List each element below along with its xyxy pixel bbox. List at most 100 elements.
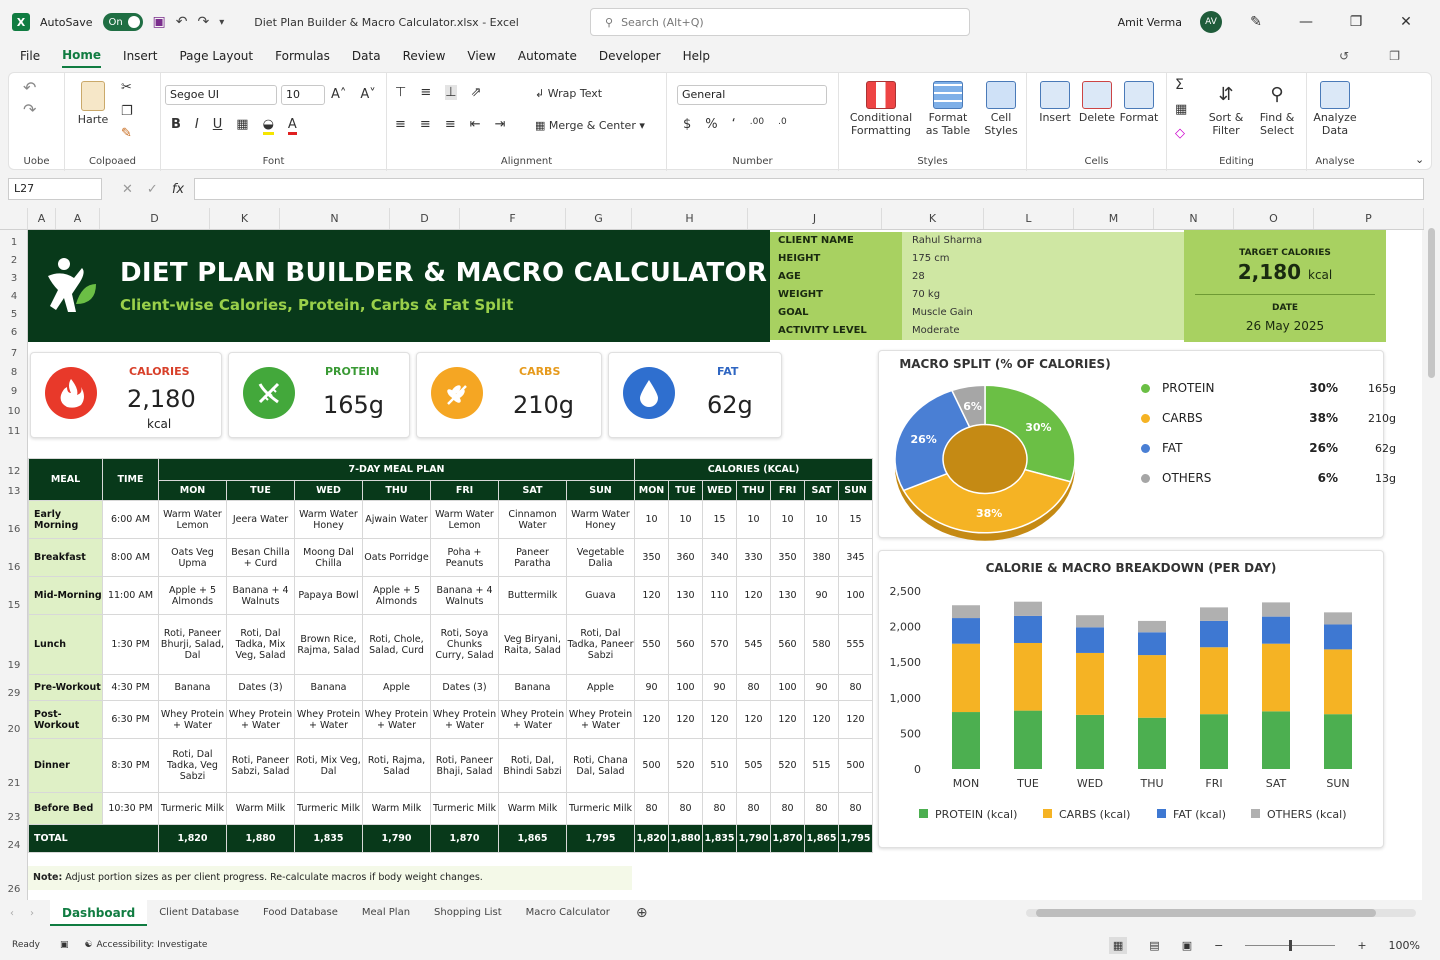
wrap-text-button[interactable]: ↲ Wrap Text — [535, 87, 602, 100]
calorie-cell[interactable]: 560 — [668, 614, 703, 675]
prev-sheet-icon[interactable]: ‹ — [0, 908, 24, 919]
percent-icon[interactable]: % — [705, 117, 717, 132]
calorie-breakdown-chart-card[interactable]: CALORIE & MACRO BREAKDOWN (PER DAY) 0 500… — [878, 550, 1384, 848]
bold-icon[interactable]: B — [171, 117, 181, 135]
calorie-cell[interactable]: 80 — [804, 792, 839, 825]
bar-segment[interactable] — [1014, 601, 1042, 616]
meal-item-cell[interactable]: Buttermilk — [498, 576, 567, 615]
bar-segment[interactable] — [1262, 616, 1290, 644]
calorie-cell[interactable]: 80 — [770, 792, 805, 825]
font-color-icon[interactable]: A — [287, 117, 297, 135]
sort-filter-button[interactable]: ⇵ Sort & Filter — [1203, 81, 1249, 137]
meal-item-cell[interactable]: Whey Protein + Water — [498, 700, 567, 739]
meal-item-cell[interactable]: Paneer Paratha — [498, 538, 567, 577]
calorie-cell[interactable]: 350 — [770, 538, 805, 577]
row-header[interactable]: 1 — [0, 237, 28, 248]
fill-color-icon[interactable]: ◒ — [262, 117, 274, 135]
calorie-cell[interactable]: 550 — [634, 614, 669, 675]
calorie-cell[interactable]: 100 — [770, 674, 805, 701]
format-cells-button[interactable]: Format — [1119, 81, 1159, 124]
undo-icon[interactable]: ↶ — [176, 14, 188, 30]
row-header[interactable]: 2 — [0, 255, 28, 266]
legend-label[interactable]: OTHERS (kcal) — [1267, 808, 1347, 821]
tab-client-database[interactable]: Client Database — [147, 900, 251, 926]
meal-name-cell[interactable]: Dinner — [28, 738, 103, 793]
meal-item-cell[interactable]: Warm Water Lemon — [430, 500, 499, 539]
meal-item-cell[interactable]: Guava — [566, 576, 635, 615]
meal-item-cell[interactable]: Ajwain Water — [362, 500, 431, 539]
calorie-cell[interactable]: 80 — [668, 792, 703, 825]
menu-file[interactable]: File — [20, 49, 40, 67]
column-header[interactable]: D — [100, 208, 210, 229]
horizontal-scroll-thumb[interactable] — [1036, 909, 1376, 917]
bar-segment[interactable] — [1200, 714, 1228, 769]
meal-item-cell[interactable]: Moong Dal Chilla — [294, 538, 363, 577]
font-name-select[interactable]: Segoe UI — [165, 85, 277, 105]
meal-item-cell[interactable]: Apple + 5 Almonds — [158, 576, 227, 615]
conditional-formatting-button[interactable]: Conditional Formatting — [845, 81, 917, 137]
menu-data[interactable]: Data — [352, 49, 381, 67]
row-header[interactable]: 11 — [0, 426, 28, 437]
next-sheet-icon[interactable]: › — [24, 908, 50, 919]
row-header[interactable]: 5 — [0, 309, 28, 320]
menu-help[interactable]: Help — [683, 49, 710, 67]
meal-item-cell[interactable]: Turmeric Milk — [566, 792, 635, 825]
meal-item-cell[interactable]: Turmeric Milk — [294, 792, 363, 825]
calorie-cell[interactable]: 330 — [736, 538, 771, 577]
underline-icon[interactable]: U — [213, 117, 223, 135]
meal-item-cell[interactable]: Roti, Dal, Bhindi Sabzi — [498, 738, 567, 793]
bar-segment[interactable] — [1138, 717, 1166, 769]
client-field-value[interactable]: 28 — [902, 268, 1184, 286]
row-header[interactable]: 4 — [0, 291, 28, 302]
bar-segment[interactable] — [1324, 714, 1352, 769]
bar-segment[interactable] — [1014, 642, 1042, 711]
meal-item-cell[interactable]: Warm Water Honey — [566, 500, 635, 539]
meal-item-cell[interactable]: Whey Protein + Water — [158, 700, 227, 739]
column-header[interactable]: A — [28, 208, 56, 229]
bar-segment[interactable] — [1324, 649, 1352, 715]
calorie-cell[interactable]: 120 — [770, 700, 805, 739]
calorie-cell[interactable]: 360 — [668, 538, 703, 577]
align-top-icon[interactable]: ⊤ — [395, 85, 406, 100]
column-header[interactable]: P — [1314, 208, 1424, 229]
meal-item-cell[interactable]: Poha + Peanuts — [430, 538, 499, 577]
legend-label[interactable]: PROTEIN (kcal) — [935, 808, 1017, 821]
meal-item-cell[interactable]: Banana — [498, 674, 567, 701]
meal-item-cell[interactable]: Roti, Paneer Bhaji, Salad — [430, 738, 499, 793]
meal-item-cell[interactable]: Apple — [362, 674, 431, 701]
bar-segment[interactable] — [1200, 647, 1228, 715]
tab-dashboard[interactable]: Dashboard — [50, 900, 148, 926]
total-calorie-cell[interactable]: 1,835 — [702, 824, 737, 853]
meal-item-cell[interactable]: Turmeric Milk — [430, 792, 499, 825]
row-header[interactable]: 13 — [0, 486, 28, 497]
row-header[interactable]: 26 — [0, 884, 28, 895]
calorie-cell[interactable]: 580 — [804, 614, 839, 675]
decrease-indent-icon[interactable]: ⇤ — [470, 117, 481, 132]
merge-center-button[interactable]: ▦ Merge & Center ▾ — [535, 119, 645, 132]
scroll-thumb[interactable] — [1428, 228, 1435, 378]
calorie-cell[interactable]: 345 — [838, 538, 873, 577]
meal-time-cell[interactable]: 8:30 PM — [102, 738, 159, 793]
total-calorie-cell[interactable]: 1,870 — [770, 824, 805, 853]
total-calorie-cell[interactable]: 1,865 — [804, 824, 839, 853]
row-header[interactable]: 21 — [0, 778, 28, 789]
zoom-in-icon[interactable]: + — [1357, 939, 1366, 952]
meal-item-cell[interactable]: Roti, Dal Tadka, Mix Veg, Salad — [226, 614, 295, 675]
meal-time-cell[interactable]: 11:00 AM — [102, 576, 159, 615]
bar-segment[interactable] — [1138, 632, 1166, 656]
close-icon[interactable]: ✕ — [1390, 14, 1422, 30]
row-header[interactable]: 20 — [0, 724, 28, 735]
legend-label[interactable]: CARBS (kcal) — [1059, 808, 1130, 821]
bar-segment[interactable] — [1324, 612, 1352, 625]
meal-item-cell[interactable]: Banana — [158, 674, 227, 701]
meal-item-cell[interactable]: Banana — [294, 674, 363, 701]
client-field-value[interactable]: Rahul Sharma — [902, 232, 1184, 250]
meal-item-cell[interactable]: Whey Protein + Water — [294, 700, 363, 739]
total-plan-cell[interactable]: 1,790 — [362, 824, 431, 853]
calorie-cell[interactable]: 80 — [736, 792, 771, 825]
bar-segment[interactable] — [1076, 652, 1104, 715]
calorie-cell[interactable]: 500 — [838, 738, 873, 793]
meal-item-cell[interactable]: Jeera Water — [226, 500, 295, 539]
meal-item-cell[interactable]: Vegetable Dalia — [566, 538, 635, 577]
decrease-font-icon[interactable]: A˅ — [360, 87, 375, 102]
